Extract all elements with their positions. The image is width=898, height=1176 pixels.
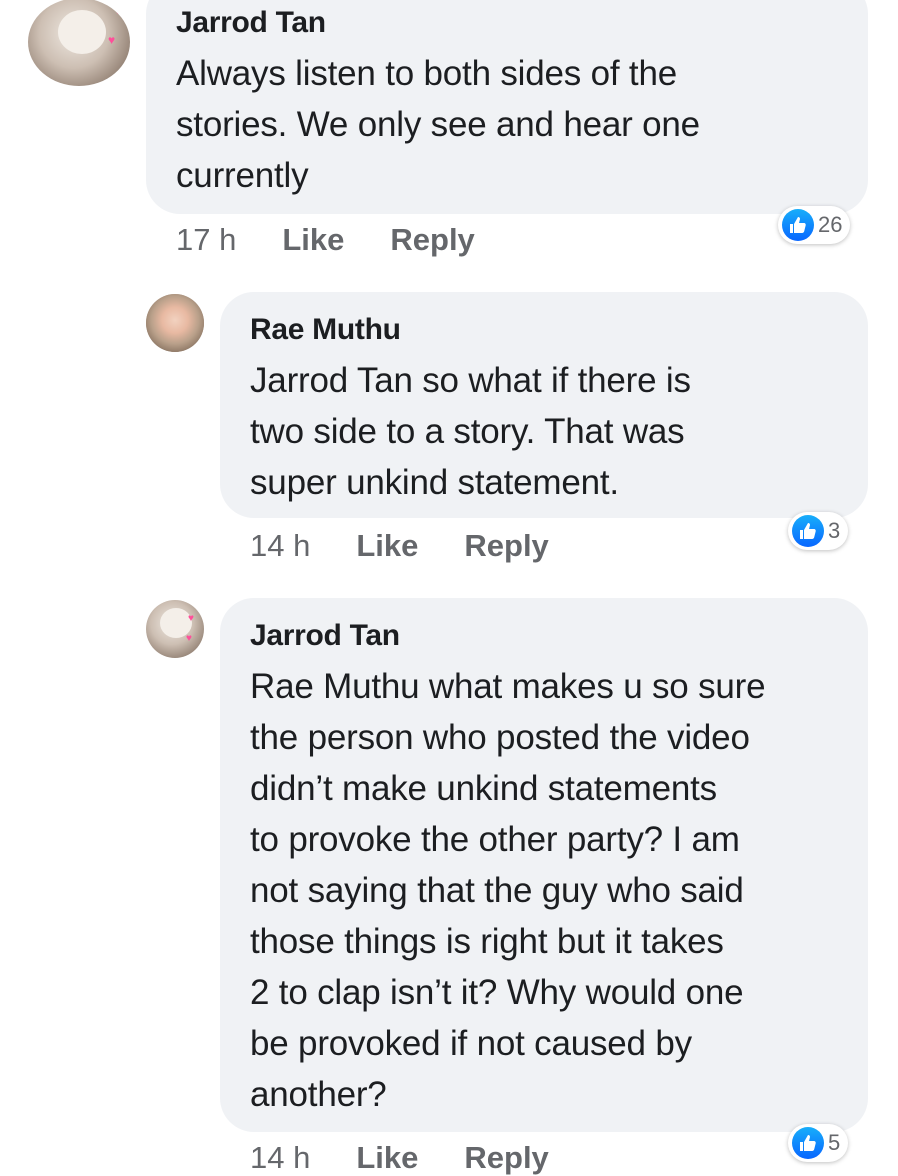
reply-button[interactable]: Reply — [464, 1140, 548, 1175]
thumbs-up-icon — [792, 1127, 824, 1159]
comment-timestamp[interactable]: 14 h — [250, 1140, 310, 1175]
reaction-count: 5 — [828, 1130, 841, 1155]
comment-actions: 14 h Like Reply — [250, 1140, 595, 1176]
like-button[interactable]: Like — [356, 1140, 418, 1175]
comment-3: ♥ ♥ Jarrod Tan Rae Muthu what makes u so… — [0, 0, 898, 1176]
comment-author[interactable]: Jarrod Tan — [250, 619, 400, 653]
comment-text: Rae Muthu what makes u so sure the perso… — [250, 667, 766, 1114]
reaction-count-badge[interactable]: 5 — [788, 1124, 849, 1162]
avatar[interactable]: ♥ ♥ — [146, 600, 204, 658]
